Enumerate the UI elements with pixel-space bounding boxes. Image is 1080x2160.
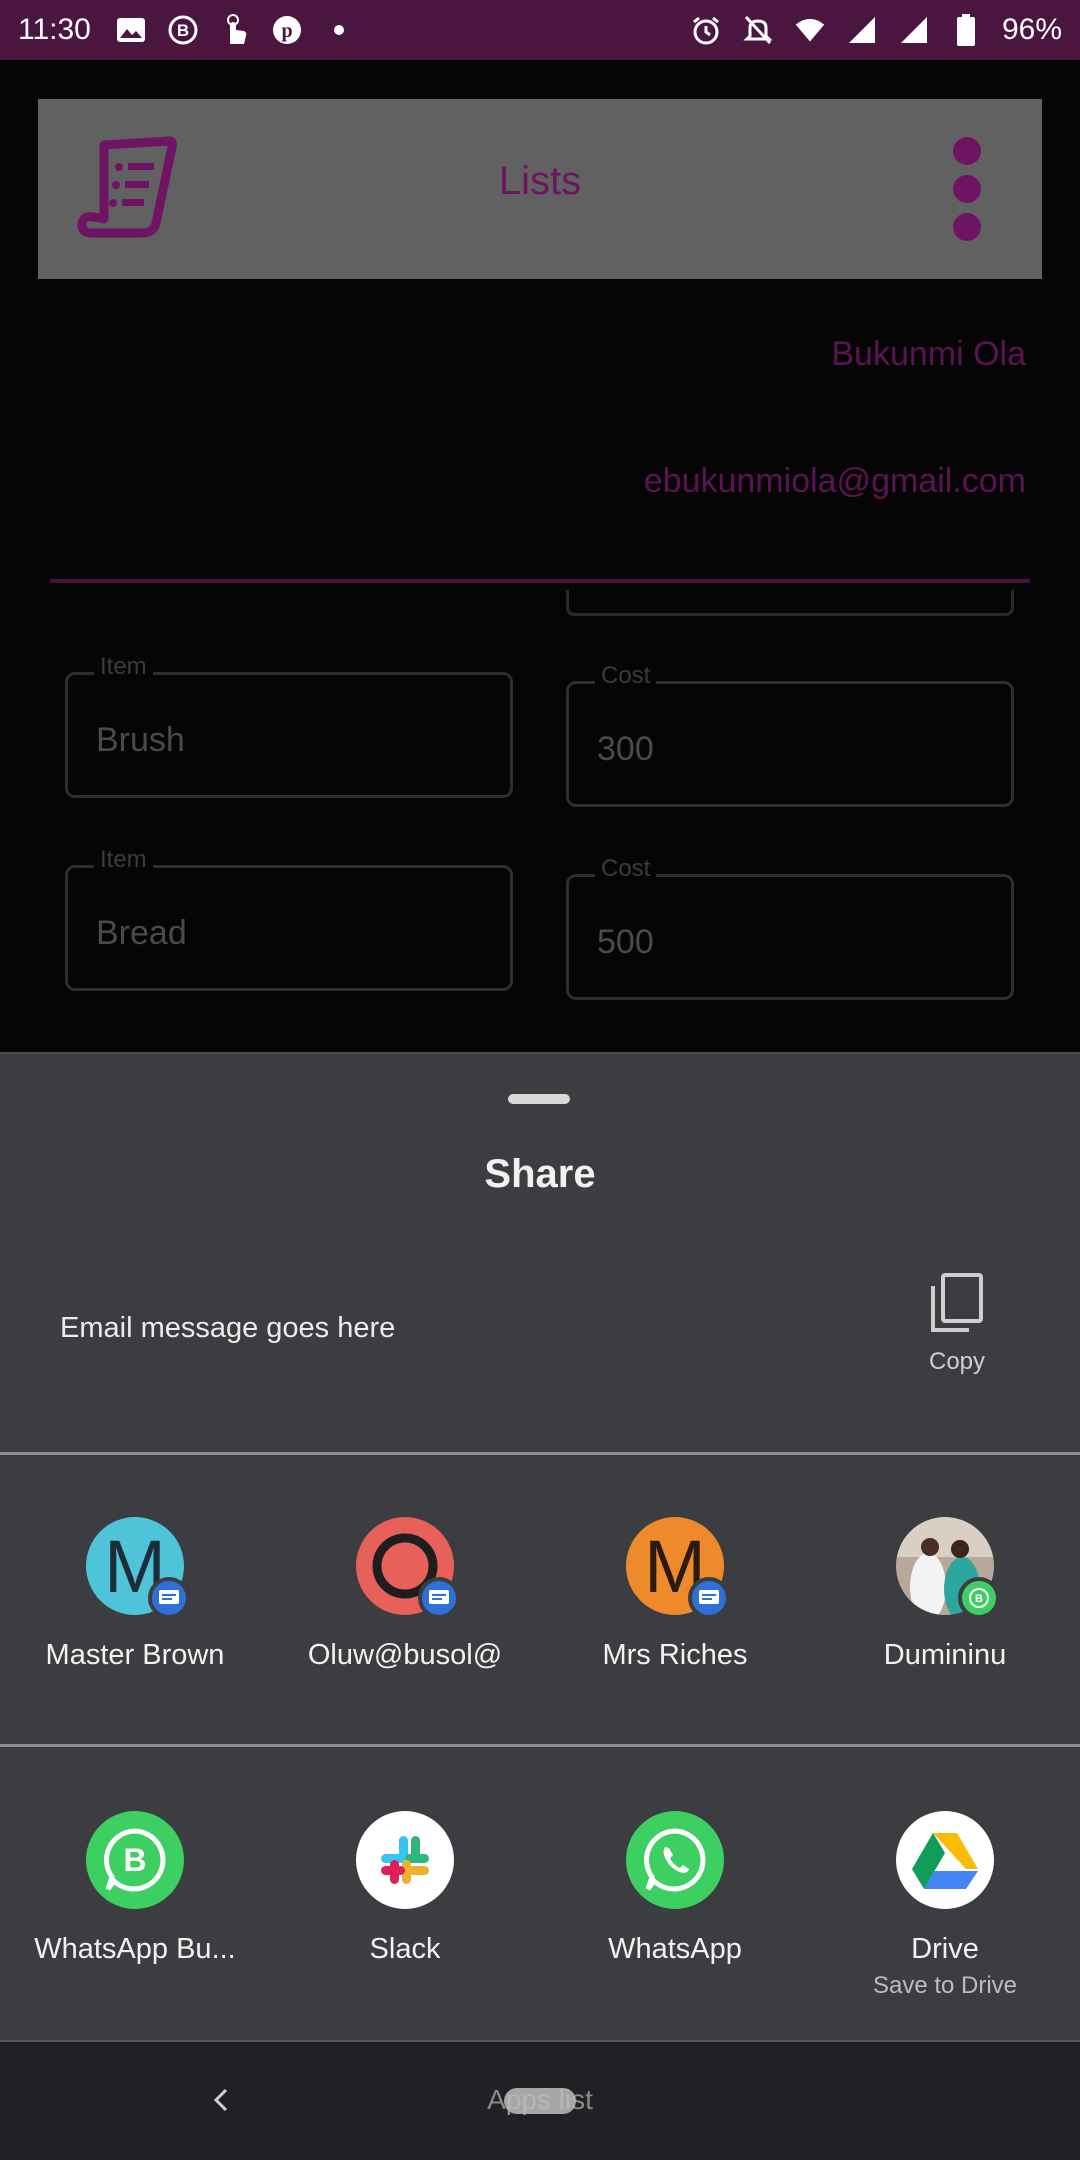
share-sheet: Share Email message goes here Copy M Mas… (0, 1052, 1080, 2042)
direct-share-target[interactable]: M Mrs Riches (540, 1517, 810, 1672)
signal-icon-2 (898, 14, 930, 46)
item-value: Brush (96, 721, 185, 759)
b-icon: B (167, 14, 199, 46)
target-label: Oluw@busol@ (307, 1639, 503, 1671)
share-title: Share (484, 1152, 596, 1196)
section-divider (0, 1744, 1080, 1747)
cost-field-2[interactable]: Cost 500 (566, 855, 1014, 1000)
direct-share-target[interactable]: M Master Brown (0, 1517, 270, 1672)
cost-value: 500 (597, 923, 654, 961)
user-email: ebukunmiola@gmail.com (643, 462, 1026, 500)
svg-text:B: B (123, 1842, 146, 1878)
app-share-target[interactable]: WhatsApp (540, 1811, 810, 1966)
notification-icons: B p (115, 14, 355, 46)
message-icon (688, 1577, 730, 1619)
user-name: Bukunmi Ola (831, 335, 1026, 373)
avatar: M (86, 1517, 190, 1619)
app-share-target[interactable]: Slack (270, 1811, 540, 1966)
partial-cost-field (566, 590, 1014, 616)
svg-text:p: p (281, 20, 292, 42)
message-icon (148, 1577, 190, 1619)
svg-text:B: B (177, 21, 189, 40)
direct-share-target[interactable]: B Dumininu (810, 1517, 1080, 1672)
page-title: Lists (498, 159, 582, 203)
svg-text:B: B (975, 1593, 983, 1605)
section-divider (0, 1452, 1080, 1455)
share-message-preview: Email message goes here (60, 1312, 396, 1344)
wifi-icon (794, 14, 826, 46)
drag-handle[interactable] (508, 1094, 570, 1104)
slack-icon (356, 1811, 454, 1909)
whatsapp-icon (626, 1811, 724, 1909)
pinterest-icon: p (271, 14, 303, 46)
app-sublabel: Save to Drive (872, 1972, 1018, 1999)
app-share-target[interactable]: Drive Save to Drive (810, 1811, 1080, 2000)
copy-icon (931, 1273, 983, 1332)
dot-icon (323, 14, 355, 46)
battery-percentage: 96% (1001, 13, 1062, 46)
app-label: WhatsApp Bu... (34, 1933, 236, 1965)
item-field-1[interactable]: Item Brush (65, 653, 513, 798)
target-label: Master Brown (45, 1639, 225, 1671)
status-bar: 11:30 B p 96% (0, 0, 1080, 60)
touch-icon (219, 14, 251, 46)
item-value: Bread (96, 914, 187, 952)
app-toolbar: Lists (38, 99, 1042, 279)
app-share-target[interactable]: B WhatsApp Bu... (0, 1811, 270, 1966)
avatar-photo: B (896, 1517, 1000, 1619)
target-label: Mrs Riches (602, 1639, 748, 1671)
item-label: Item (94, 846, 153, 874)
cost-value: 300 (597, 730, 654, 768)
app-label: Drive (911, 1933, 979, 1965)
cost-label: Cost (595, 855, 657, 883)
message-icon (418, 1577, 460, 1619)
app-label: Slack (369, 1933, 441, 1965)
alarm-icon (690, 14, 722, 46)
item-field-2[interactable]: Item Bread (65, 846, 513, 991)
target-label: Dumininu (883, 1639, 1007, 1671)
copy-button[interactable]: Copy (912, 1272, 1002, 1392)
signal-icon (846, 14, 878, 46)
avatar (356, 1517, 460, 1619)
whatsapp-business-icon: B (958, 1577, 1000, 1619)
mute-icon (742, 14, 774, 46)
item-label: Item (94, 653, 153, 681)
battery-icon (950, 14, 982, 46)
system-icons: 96% (690, 13, 1062, 47)
home-pill[interactable] (504, 2088, 576, 2114)
cost-label: Cost (595, 662, 657, 690)
status-time: 11:30 (18, 13, 91, 46)
copy-label: Copy (928, 1348, 986, 1375)
whatsapp-business-icon: B (86, 1811, 184, 1909)
navigation-bar: Apps list (0, 2042, 1080, 2160)
header-divider (50, 579, 1030, 583)
overflow-menu-icon[interactable] (952, 137, 982, 241)
avatar: M (626, 1517, 730, 1619)
image-icon (115, 14, 147, 46)
app-label: WhatsApp (608, 1933, 742, 1965)
cost-field-1[interactable]: Cost 300 (566, 662, 1014, 807)
direct-share-target[interactable]: Oluw@busol@ (270, 1517, 540, 1672)
google-drive-icon (896, 1811, 994, 1909)
